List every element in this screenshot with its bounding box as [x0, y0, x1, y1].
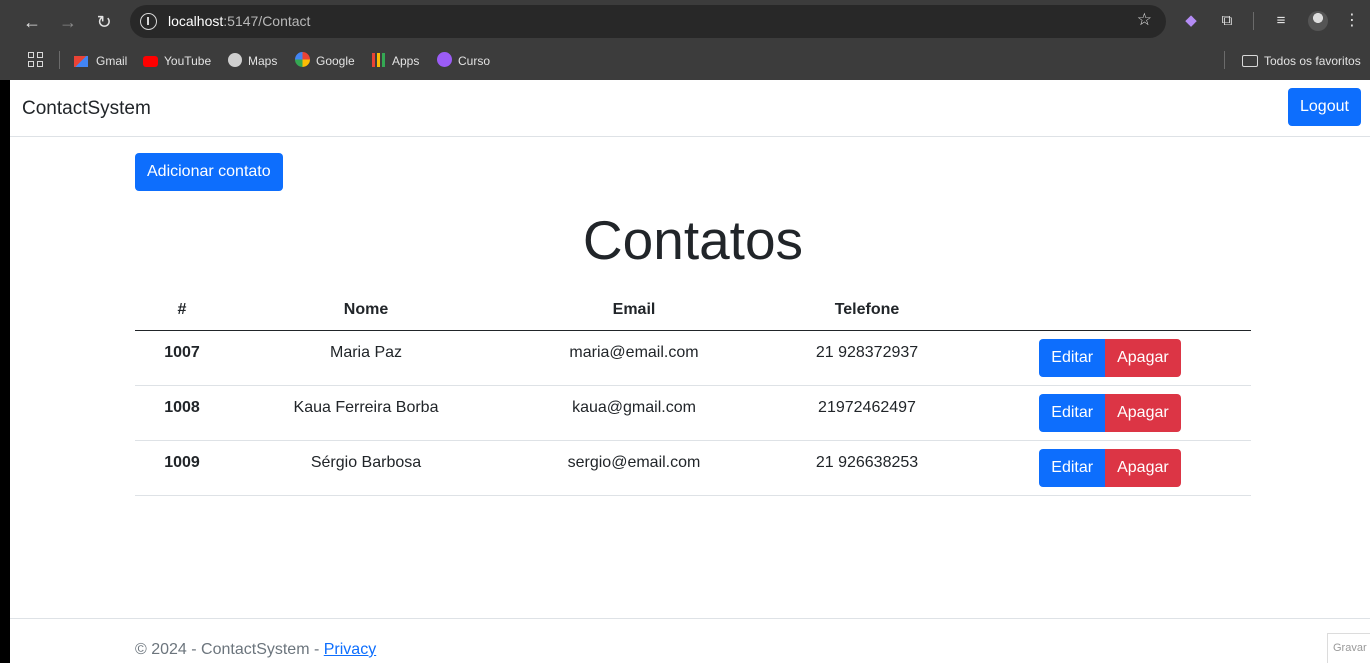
contact-name: Sérgio Barbosa	[229, 440, 503, 496]
all-bookmarks[interactable]: Todos os favoritos	[1242, 52, 1361, 70]
gravar-button[interactable]: Gravar	[1327, 633, 1370, 663]
column-header-id: #	[135, 290, 229, 331]
bookmark-star-icon[interactable]: ☆	[1137, 10, 1152, 30]
add-contact-button[interactable]: Adicionar contato	[135, 153, 283, 191]
table-row: 1007 Maria Paz maria@email.com 21 928372…	[135, 330, 1251, 386]
contact-id: 1008	[135, 385, 229, 441]
table-row: 1009 Sérgio Barbosa sergio@email.com 21 …	[135, 440, 1251, 496]
delete-button[interactable]: Apagar	[1105, 393, 1181, 432]
table-row: 1008 Kaua Ferreira Borba kaua@gmail.com …	[135, 385, 1251, 441]
forward-arrow-icon[interactable]: →	[56, 10, 80, 34]
bookmark-label: Gmail	[96, 54, 128, 68]
contact-email: maria@email.com	[503, 330, 765, 386]
bookmark-label: Maps	[248, 54, 278, 68]
bookmark-apps[interactable]: Apps	[372, 52, 419, 70]
table-header-row: # Nome Email Telefone	[135, 290, 1251, 331]
folder-icon	[1242, 55, 1258, 67]
contact-name: Maria Paz	[229, 330, 503, 386]
bookmarks-divider	[59, 51, 60, 69]
privacy-link[interactable]: Privacy	[324, 641, 376, 658]
url-host: localhost	[168, 13, 224, 29]
delete-button[interactable]: Apagar	[1105, 448, 1181, 487]
url-text[interactable]: localhost:5147/Contact	[168, 13, 310, 29]
row-actions: Editar Apagar	[969, 385, 1251, 441]
toolbar-divider	[1253, 12, 1254, 30]
youtube-icon	[143, 56, 158, 67]
contact-phone: 21972462497	[765, 385, 969, 441]
extensions-puzzle-icon[interactable]: ⧉	[1217, 11, 1237, 31]
site-info-icon[interactable]	[140, 13, 157, 30]
brand-link[interactable]: ContactSystem	[22, 98, 151, 120]
all-bookmarks-label: Todos os favoritos	[1264, 54, 1361, 68]
bookmark-gmail[interactable]: Gmail	[74, 52, 127, 70]
media-control-icon[interactable]: ≡	[1271, 11, 1291, 31]
google-icon	[295, 52, 310, 67]
column-header-actions	[969, 290, 1251, 331]
edit-button[interactable]: Editar	[1039, 448, 1106, 487]
address-bar[interactable]: localhost:5147/Contact ☆	[130, 5, 1166, 38]
column-header-name: Nome	[229, 290, 503, 331]
logout-button[interactable]: Logout	[1288, 88, 1361, 126]
footer-copyright: © 2024 - ContactSystem -	[135, 641, 324, 658]
column-header-phone: Telefone	[765, 290, 969, 331]
bookmark-curso[interactable]: Curso	[437, 52, 490, 70]
bookmark-label: YouTube	[164, 54, 212, 68]
contact-email: kaua@gmail.com	[503, 385, 765, 441]
edit-button[interactable]: Editar	[1039, 393, 1106, 432]
browser-toolbar: ← → ↻ localhost:5147/Contact ☆ ◆ ⧉ ≡ ⋮	[0, 0, 1370, 43]
curso-icon	[437, 52, 452, 67]
bookmark-youtube[interactable]: YouTube	[143, 52, 211, 70]
browser-menu-icon[interactable]: ⋮	[1344, 11, 1360, 31]
bookmark-label: Apps	[392, 54, 420, 68]
bookmark-google[interactable]: Google	[295, 52, 355, 70]
bookmark-label: Curso	[458, 54, 491, 68]
page-content: ContactSystem Logout Adicionar contato C…	[10, 80, 1370, 663]
delete-button[interactable]: Apagar	[1105, 338, 1181, 377]
footer-text: © 2024 - ContactSystem - Privacy	[135, 641, 376, 659]
apps-icon	[372, 53, 386, 67]
gmail-icon	[74, 56, 88, 67]
maps-icon	[228, 53, 242, 67]
footer: © 2024 - ContactSystem - Privacy Gravar	[10, 618, 1370, 663]
bookmark-maps[interactable]: Maps	[228, 52, 277, 70]
contacts-table: # Nome Email Telefone 1007 Maria Paz mar…	[135, 290, 1251, 496]
column-header-email: Email	[503, 290, 765, 331]
profile-avatar-icon[interactable]	[1308, 11, 1328, 31]
contact-email: sergio@email.com	[503, 440, 765, 496]
url-path: :5147/Contact	[223, 13, 311, 29]
apps-grid-icon[interactable]	[28, 52, 44, 68]
navbar: ContactSystem Logout	[10, 80, 1370, 137]
bookmark-label: Google	[316, 54, 355, 68]
page-title: Contatos	[582, 209, 804, 271]
contact-name: Kaua Ferreira Borba	[229, 385, 503, 441]
extension-icon[interactable]: ◆	[1181, 11, 1201, 31]
row-actions: Editar Apagar	[969, 440, 1251, 496]
contact-phone: 21 926638253	[765, 440, 969, 496]
bookmarks-divider	[1224, 51, 1225, 69]
back-arrow-icon[interactable]: ←	[20, 10, 44, 34]
contact-id: 1009	[135, 440, 229, 496]
contact-id: 1007	[135, 330, 229, 386]
reload-icon[interactable]: ↻	[92, 10, 116, 34]
row-actions: Editar Apagar	[969, 330, 1251, 386]
contact-phone: 21 928372937	[765, 330, 969, 386]
edit-button[interactable]: Editar	[1039, 338, 1106, 377]
